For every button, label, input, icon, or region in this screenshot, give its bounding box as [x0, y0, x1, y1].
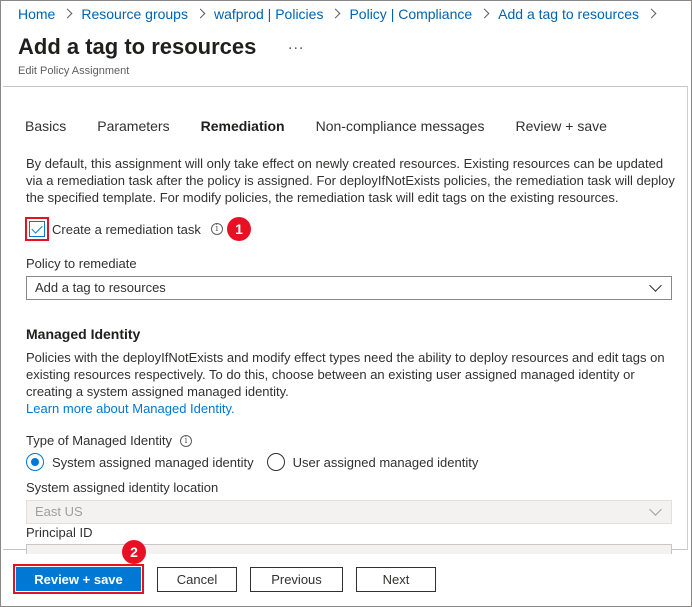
create-remediation-task-checkbox[interactable] [25, 217, 49, 241]
breadcrumb-home[interactable]: Home [18, 6, 55, 22]
chevron-right-icon [64, 8, 72, 20]
managed-identity-type-radio-group: System assigned managed identity User as… [26, 453, 491, 471]
step-badge-1: 1 [227, 217, 251, 241]
tab-parameters[interactable]: Parameters [97, 118, 169, 136]
breadcrumb-add-tag[interactable]: Add a tag to resources [498, 6, 639, 22]
breadcrumb-resource-groups[interactable]: Resource groups [81, 6, 188, 22]
tab-non-compliance-messages[interactable]: Non-compliance messages [316, 118, 485, 136]
managed-identity-description: Policies with the deployIfNotExists and … [26, 350, 665, 399]
chevron-right-icon [332, 8, 340, 20]
learn-more-managed-identity-link[interactable]: Learn more about Managed Identity. [26, 401, 235, 416]
policy-to-remediate-label: Policy to remediate [26, 256, 137, 271]
user-assigned-label[interactable]: User assigned managed identity [293, 455, 479, 470]
identity-location-label: System assigned identity location [26, 480, 219, 495]
policy-to-remediate-value: Add a tag to resources [35, 280, 166, 295]
chevron-down-icon [649, 279, 662, 292]
tab-bar: Basics Parameters Remediation Non-compli… [25, 118, 638, 136]
principal-id-label: Principal ID [26, 525, 93, 540]
system-assigned-label[interactable]: System assigned managed identity [52, 455, 254, 470]
identity-location-value: East US [35, 504, 83, 519]
review-save-button[interactable]: Review + save [16, 567, 141, 591]
chevron-down-icon [649, 503, 662, 516]
managed-identity-heading: Managed Identity [26, 326, 141, 342]
managed-identity-type-row: Type of Managed Identity i [26, 433, 192, 448]
step-badge-2: 2 [122, 540, 146, 564]
breadcrumb-policy-compliance[interactable]: Policy | Compliance [349, 6, 472, 22]
checkmark-icon [29, 221, 45, 237]
breadcrumb-wafprod-policies[interactable]: wafprod | Policies [214, 6, 323, 22]
managed-identity-type-label: Type of Managed Identity [26, 433, 172, 448]
breadcrumb: Home Resource groups wafprod | Policies … [18, 5, 665, 23]
chevron-right-icon [648, 8, 656, 20]
remediation-description: By default, this assignment will only ta… [26, 156, 675, 205]
tab-review-save[interactable]: Review + save [515, 118, 606, 136]
next-button[interactable]: Next [356, 567, 436, 592]
create-remediation-task-label: Create a remediation task [52, 221, 201, 237]
cancel-button[interactable]: Cancel [157, 567, 237, 592]
policy-to-remediate-dropdown[interactable]: Add a tag to resources [26, 276, 672, 300]
tab-remediation[interactable]: Remediation [201, 118, 285, 136]
identity-location-dropdown: East US [26, 500, 672, 524]
create-remediation-task-row: Create a remediation task i [25, 217, 223, 241]
info-icon[interactable]: i [210, 223, 223, 235]
tab-basics[interactable]: Basics [25, 118, 66, 136]
chevron-right-icon [481, 8, 489, 20]
system-assigned-radio[interactable] [26, 453, 44, 471]
chevron-right-icon [197, 8, 205, 20]
previous-button[interactable]: Previous [250, 567, 343, 592]
user-assigned-radio[interactable] [266, 453, 285, 471]
more-options-button[interactable]: ... [288, 36, 304, 54]
page-subtitle: Edit Policy Assignment [18, 65, 130, 77]
page-title: Add a tag to resources [18, 34, 257, 59]
info-icon[interactable]: i [179, 434, 192, 447]
